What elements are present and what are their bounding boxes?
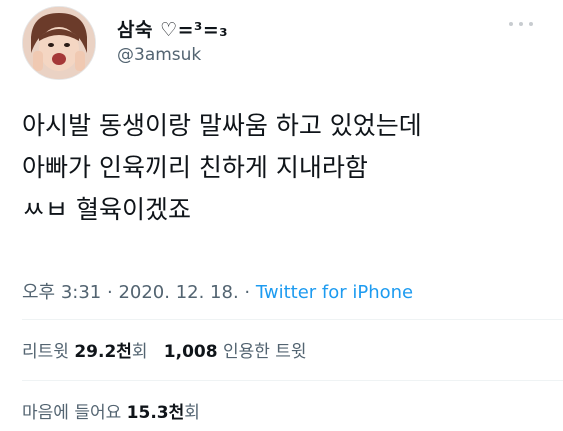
dot xyxy=(529,22,533,26)
meta-separator: · xyxy=(238,282,256,303)
tweet-meta: 오후 3:31 · 2020. 12. 18. · Twitter for iP… xyxy=(22,278,413,304)
dot xyxy=(509,22,513,26)
quote-label[interactable]: 인용한 트윗 xyxy=(223,342,307,362)
like-label: 마음에 들어요 xyxy=(22,403,122,423)
tweet-line: 아시발 동생이랑 말싸움 하고 있었는데 xyxy=(22,111,422,140)
retweet-label: 리트윗 xyxy=(22,342,69,362)
display-name[interactable]: 삼숙 ♡=³=₃ xyxy=(117,15,228,42)
divider xyxy=(22,319,563,320)
divider xyxy=(22,380,563,381)
retweet-suffix: 회 xyxy=(131,342,148,362)
tweet-source[interactable]: Twitter for iPhone xyxy=(256,282,413,303)
quote-count[interactable]: 1,008 xyxy=(164,342,218,362)
avatar[interactable] xyxy=(22,6,96,80)
avatar-image xyxy=(23,7,95,79)
tweet-line: 아빠가 인육끼리 친하게 지내라함 xyxy=(22,153,368,182)
more-dots-icon[interactable] xyxy=(509,20,533,28)
like-stats[interactable]: 마음에 들어요 15.3천회 xyxy=(22,398,200,423)
like-suffix: 회 xyxy=(184,403,200,423)
retweet-count: 29.2천 xyxy=(74,342,132,362)
retweet-stats[interactable]: 리트윗 29.2천회 1,008 인용한 트윗 xyxy=(22,337,307,362)
like-count: 15.3천 xyxy=(126,403,185,423)
dot xyxy=(519,22,523,26)
tweet-date[interactable]: 2020. 12. 18. xyxy=(118,282,238,303)
tweet-time[interactable]: 오후 3:31 xyxy=(22,282,101,303)
tweet-text: 아시발 동생이랑 말싸움 하고 있었는데 아빠가 인육끼리 친하게 지내라함 ㅆ… xyxy=(22,105,542,231)
user-handle[interactable]: @3amsuk xyxy=(117,45,201,65)
meta-separator: · xyxy=(101,282,119,303)
tweet-line: ㅆㅂ 혈육이겠죠 xyxy=(22,195,191,224)
